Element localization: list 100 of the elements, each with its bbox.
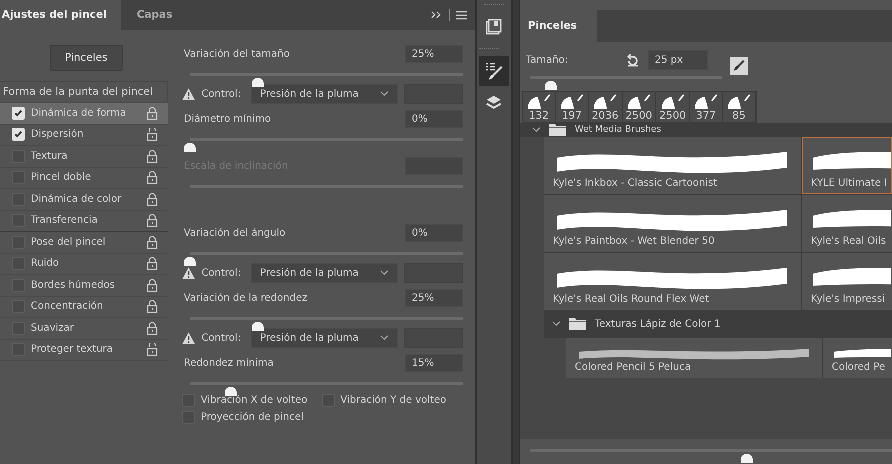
option-label: Textura xyxy=(31,150,69,162)
slider-thumb[interactable] xyxy=(545,81,558,90)
option-item[interactable]: Suavizar xyxy=(0,317,168,338)
brush-tip-icon xyxy=(559,94,585,110)
chevron-icon[interactable] xyxy=(552,321,561,327)
lock-icon[interactable] xyxy=(147,214,158,228)
brush-tile[interactable]: Kyle's Inkbox - Classic Cartoonist xyxy=(544,137,801,194)
option-item[interactable]: Proteger textura xyxy=(0,338,168,361)
panel-tab[interactable]: Pinceles xyxy=(520,10,598,42)
lock-icon[interactable] xyxy=(147,128,158,142)
brush-tile[interactable]: Colored Pencil 5 Peluca xyxy=(566,338,822,378)
option-label: Ruido xyxy=(31,258,60,270)
brush-tip-icon xyxy=(726,94,752,110)
brush-name: Kyle's Real Oils Round Flex Wet xyxy=(553,294,710,305)
setting-label: Redondez mínima xyxy=(183,358,274,368)
option-item[interactable]: Concentración xyxy=(0,296,168,317)
value-field[interactable]: 15% xyxy=(405,354,463,372)
option-label: Dinámica de forma xyxy=(31,108,128,119)
option-item[interactable]: Textura xyxy=(0,145,168,166)
panel-tab[interactable]: Ajustes del pincel xyxy=(0,0,121,30)
brush-tile[interactable]: Kyle's Real Oils Round Flex Wet xyxy=(544,253,801,310)
control-label: Control: xyxy=(202,268,242,278)
option-item[interactable]: Dinámica de forma xyxy=(0,102,168,124)
slider-thumb[interactable] xyxy=(224,387,237,396)
slider-thumb[interactable] xyxy=(184,143,196,152)
brush-tile[interactable]: Kyle's Real Oils xyxy=(802,195,892,252)
new-brush-button[interactable] xyxy=(730,57,748,75)
brush-tip-icon xyxy=(526,94,552,110)
lock-icon[interactable] xyxy=(147,171,158,184)
brush-tile[interactable]: Kyle's Impressi xyxy=(802,253,892,310)
brush-name: KYLE Ultimate I xyxy=(811,178,888,189)
option-label: Concentración xyxy=(31,301,104,312)
brush-preset[interactable]: 132 xyxy=(523,92,556,122)
option-label: Proteger textura xyxy=(31,344,114,356)
slider-thumb[interactable] xyxy=(252,78,264,87)
brush-preset[interactable]: 85 xyxy=(723,92,756,122)
caret-icon xyxy=(380,335,390,341)
control-dropdown[interactable]: Presión de la pluma xyxy=(251,328,398,348)
option-item[interactable]: Pincel doble xyxy=(0,166,168,188)
lock-icon[interactable] xyxy=(147,343,158,356)
option-label: Proyección de pincel xyxy=(201,412,304,423)
option-item[interactable]: Transferencia xyxy=(0,210,168,231)
brush-tile[interactable]: Kyle's Paintbox - Wet Blender 50 xyxy=(544,195,801,252)
option-item[interactable]: Ruido xyxy=(0,252,168,274)
option-label: Transferencia xyxy=(31,215,99,226)
setting-label: Variación del ángulo xyxy=(183,228,286,238)
warning-icon xyxy=(182,332,196,344)
option-label: Dinámica de color xyxy=(31,194,123,205)
reset-icon[interactable] xyxy=(626,53,640,67)
value-field[interactable]: 0% xyxy=(405,224,463,242)
brush-preset[interactable]: 2036 xyxy=(589,92,623,122)
brush-name: Colored Pe xyxy=(832,362,886,373)
brush-settings-icon[interactable] xyxy=(479,56,509,86)
lock-icon[interactable] xyxy=(147,236,158,249)
brush-tile[interactable]: KYLE Ultimate I xyxy=(802,137,892,194)
lock-icon[interactable] xyxy=(147,150,158,163)
value-field[interactable]: 25% xyxy=(405,289,463,307)
brush-preset[interactable]: 197 xyxy=(556,92,589,122)
caret-icon xyxy=(380,270,390,276)
option-item[interactable]: Bordes húmedos xyxy=(0,274,168,296)
control-dropdown[interactable]: Presión de la pluma xyxy=(251,263,398,283)
size-field[interactable]: 25 px xyxy=(648,50,708,70)
lock-icon[interactable] xyxy=(147,106,158,120)
warning-icon xyxy=(182,88,196,100)
brush-name: Kyle's Real Oils xyxy=(811,236,888,247)
option-item[interactable]: Dispersión xyxy=(0,124,168,145)
brush-tip-icon xyxy=(660,94,686,110)
expand-icon[interactable] xyxy=(431,10,443,20)
setting-label: Variación del tamaño xyxy=(183,48,290,60)
brush-name: Colored Pencil 5 Peluca xyxy=(575,362,692,373)
slider-thumb[interactable] xyxy=(741,454,754,463)
menu-icon[interactable] xyxy=(456,10,467,20)
brush-preset[interactable]: 2500 xyxy=(622,92,656,122)
brushes-button[interactable]: Pinceles xyxy=(50,45,123,71)
option-item[interactable]: Dinámica de color xyxy=(0,188,168,210)
lock-icon[interactable] xyxy=(147,322,158,335)
option-label: Bordes húmedos xyxy=(31,280,116,291)
control-label: Control: xyxy=(202,332,242,344)
brush-folder[interactable]: Wet Media Brushes xyxy=(520,123,892,137)
brush-tip-icon xyxy=(693,94,720,110)
lock-icon[interactable] xyxy=(147,278,158,292)
lock-icon[interactable] xyxy=(147,257,158,270)
slider-thumb[interactable] xyxy=(184,257,196,266)
panel-tab[interactable]: Capas xyxy=(126,0,187,30)
option-label: Suavizar xyxy=(31,322,75,334)
brush-tip-icon xyxy=(626,94,652,110)
lock-icon[interactable] xyxy=(147,300,158,314)
brush-preset[interactable]: 2500 xyxy=(656,92,690,122)
brush-tile[interactable]: Colored Pe xyxy=(823,338,892,378)
lock-icon[interactable] xyxy=(147,192,158,206)
brush-folder[interactable]: Texturas Lápiz de Color 1 xyxy=(544,310,892,338)
brush-preset[interactable]: 377 xyxy=(690,92,724,122)
brush-name: Kyle's Impressi xyxy=(811,294,886,305)
setting-label: Diámetro mínimo xyxy=(183,114,272,124)
value-field[interactable]: 0% xyxy=(405,110,463,128)
value-field[interactable]: 25% xyxy=(405,45,463,63)
option-item[interactable]: Pose del pincel xyxy=(0,231,168,252)
slider-thumb[interactable] xyxy=(252,322,264,331)
control-dropdown[interactable]: Presión de la pluma xyxy=(251,84,398,104)
chevron-icon[interactable] xyxy=(532,127,541,133)
